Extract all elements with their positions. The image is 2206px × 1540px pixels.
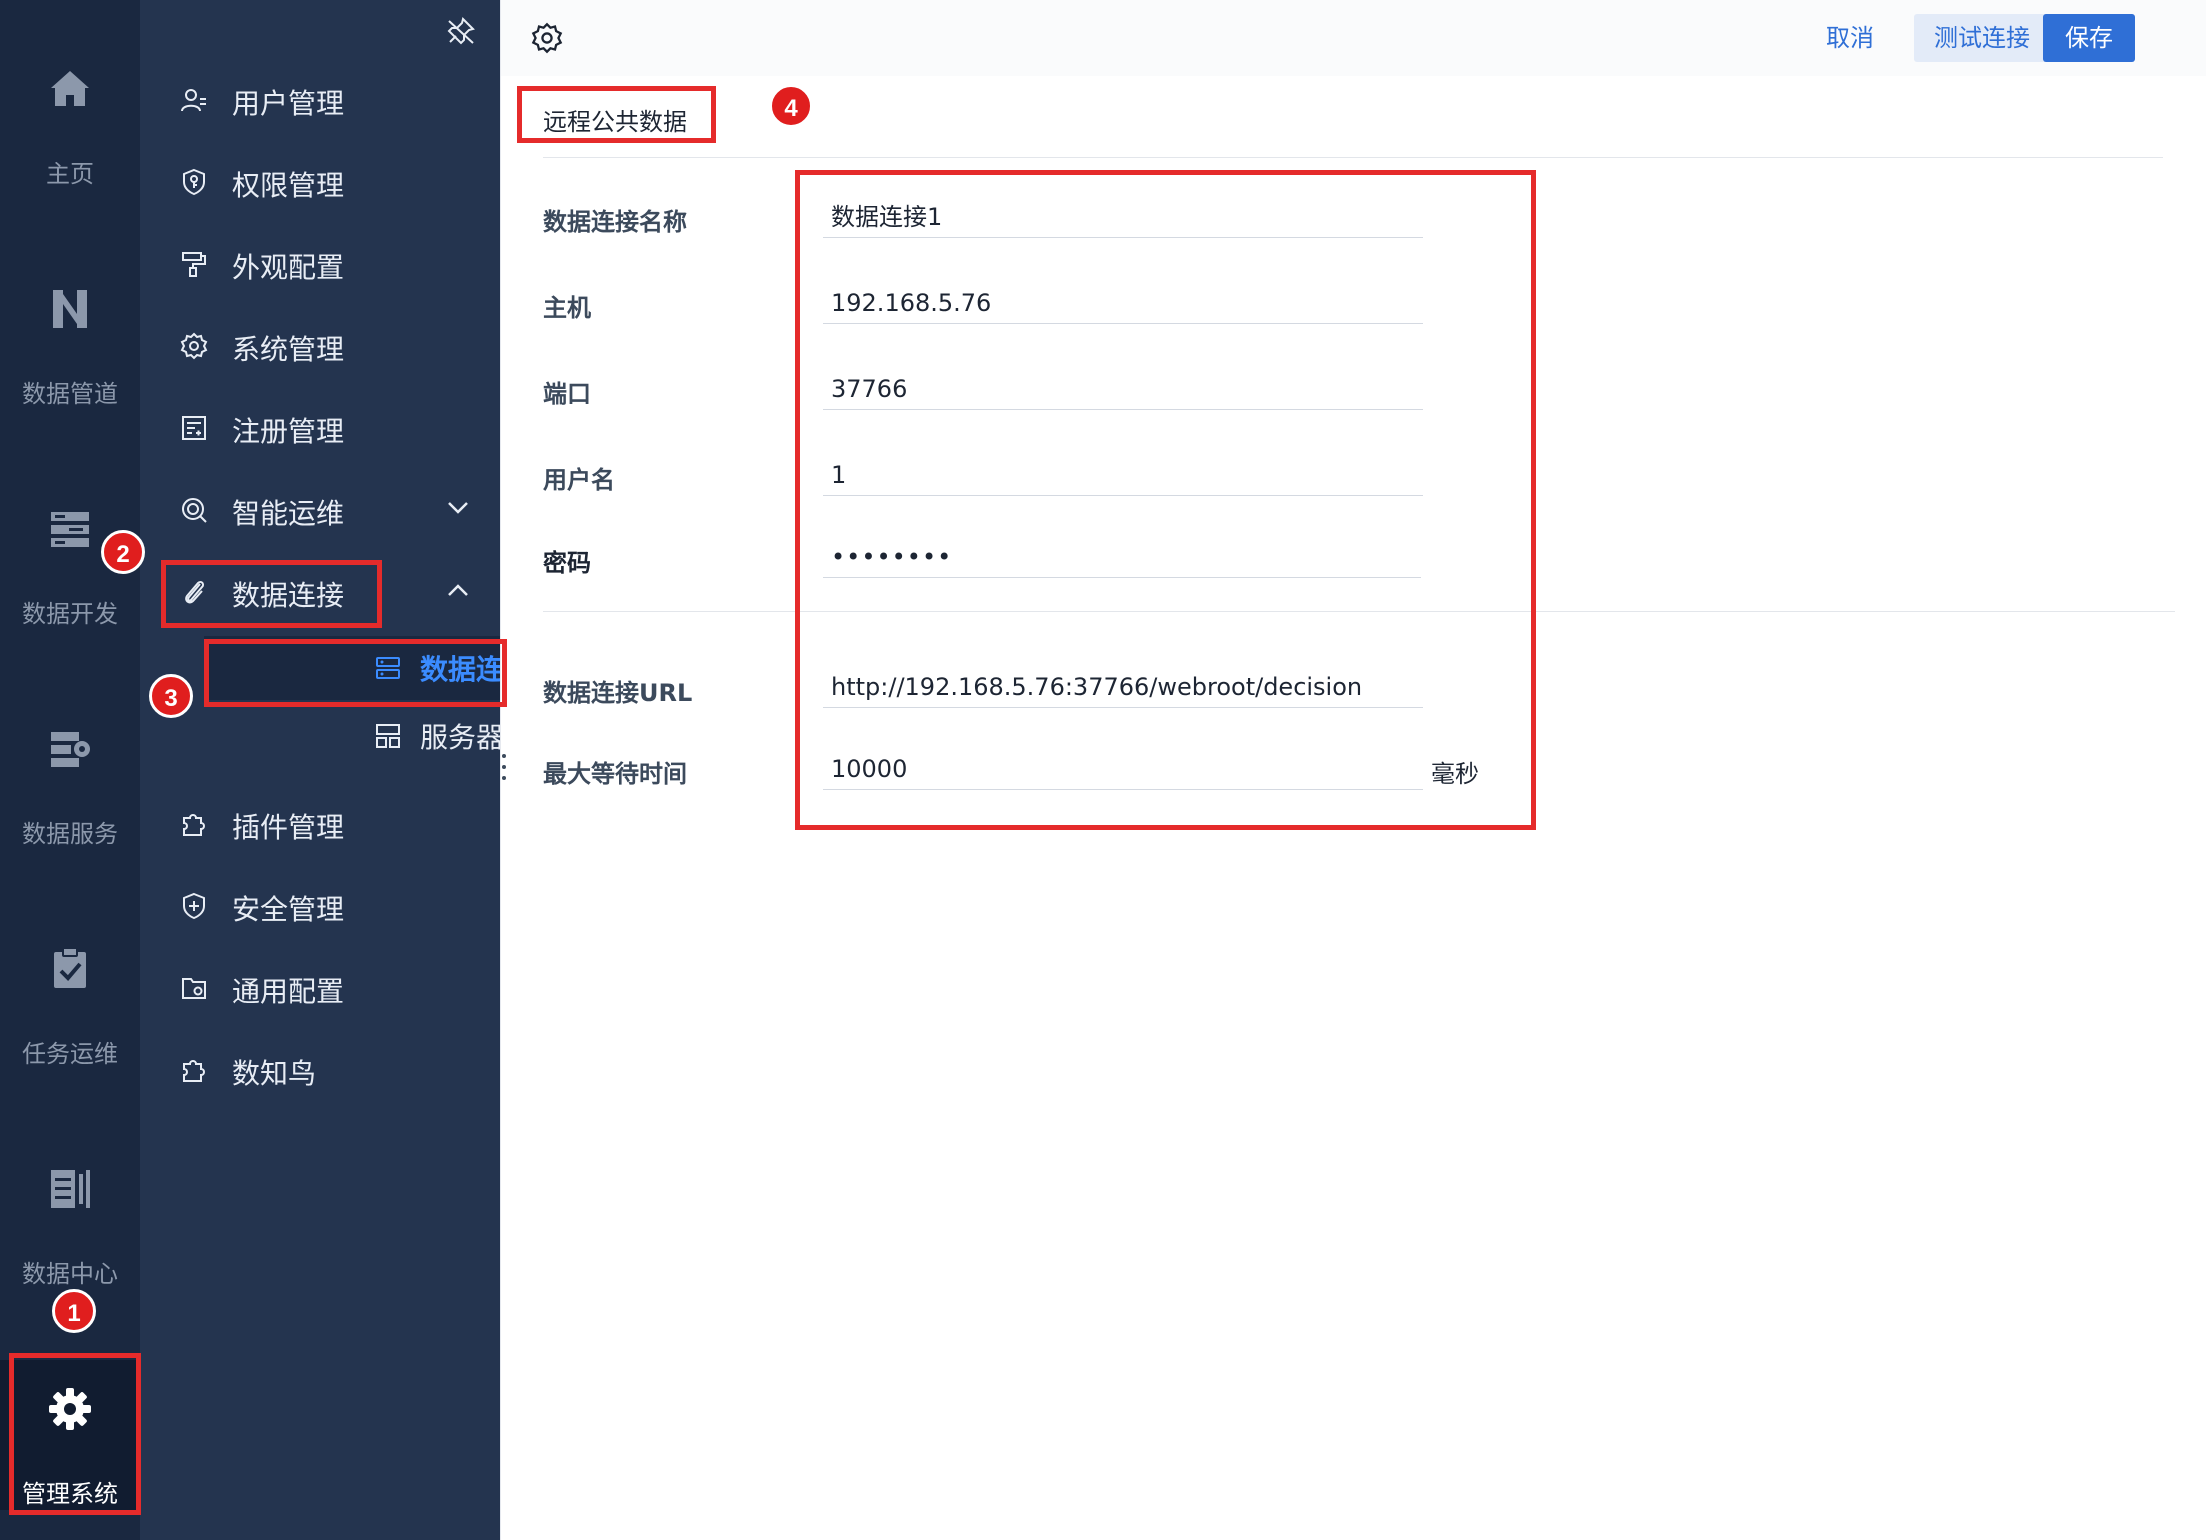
annotation-badge-4: 4 <box>769 84 813 128</box>
menu-item-appearance[interactable]: 外观配置 <box>140 228 500 298</box>
port-input[interactable]: 37766 <box>823 368 1423 410</box>
menu-item-shuzhiniao[interactable]: 数知鸟 <box>140 1034 500 1104</box>
max-wait-time-input[interactable]: 10000 <box>823 748 1423 790</box>
rail-label: 任务运维 <box>22 1040 118 1068</box>
user-icon <box>181 89 206 112</box>
rail-item-pipeline[interactable]: 数据管道 <box>0 270 140 420</box>
chevron-up-icon[interactable] <box>446 582 470 598</box>
menu-item-data-connection[interactable]: 数据连接 <box>140 556 500 626</box>
home-icon <box>51 71 89 106</box>
rail-label: 数据管道 <box>22 380 118 408</box>
menu-label: 注册管理 <box>232 415 345 448</box>
annotation-badge-2: 2 <box>101 530 145 574</box>
shield-plus-icon <box>183 892 205 920</box>
cancel-button[interactable]: 取消 <box>1813 14 1887 62</box>
menu-item-general-config[interactable]: 通用配置 <box>140 952 500 1022</box>
connection-url-input[interactable]: http://192.168.5.76:37766/webroot/decisi… <box>823 666 1423 708</box>
main-content: 取消 测试连接 保存 远程公共数据 数据连接名称 数据连接1 主机 192.16… <box>500 0 2206 1540</box>
rail-item-admin-system[interactable]: 管理系统 <box>0 1360 140 1510</box>
shield-key-icon <box>183 168 205 196</box>
rail-item-data-center[interactable]: 数据中心 <box>0 1150 140 1300</box>
submenu-item-data-connection-management[interactable]: 数据连接管理 <box>204 636 588 700</box>
rail-label: 数据中心 <box>22 1260 118 1288</box>
drag-dots-icon <box>502 754 506 780</box>
task-check-icon <box>54 947 86 988</box>
menu-item-system-management[interactable]: 系统管理 <box>140 310 500 380</box>
rail-label: 数据开发 <box>22 600 118 628</box>
data-service-icon <box>51 732 90 767</box>
data-dev-icon <box>51 512 89 547</box>
tab-remote-public-data[interactable]: 远程公共数据 <box>543 102 687 137</box>
field-label-username: 用户名 <box>543 466 615 494</box>
tab-divider <box>543 157 2163 158</box>
pin-icon[interactable] <box>446 16 476 46</box>
field-label-connection-url: 数据连接URL <box>543 679 693 707</box>
host-input[interactable]: 192.168.5.76 <box>823 282 1423 324</box>
menu-label: 安全管理 <box>232 893 345 926</box>
puzzle-icon <box>183 814 205 836</box>
menu-item-smart-ops[interactable]: 智能运维 <box>140 474 500 544</box>
gear-icon <box>49 1388 91 1430</box>
dataset-icon <box>376 724 400 748</box>
menu-item-plugin-management[interactable]: 插件管理 <box>140 788 500 858</box>
menu-label: 插件管理 <box>232 811 345 844</box>
menu-item-user-management[interactable]: 用户管理 <box>140 64 500 134</box>
username-input[interactable]: 1 <box>823 454 1423 496</box>
paint-roller-icon <box>182 252 206 277</box>
puzzle-icon <box>183 1060 205 1082</box>
submenu-item-server-dataset[interactable]: 服务器数据集 <box>204 704 588 768</box>
field-label-max-wait-time: 最大等待时间 <box>543 760 687 788</box>
folder-gear-icon <box>182 978 206 999</box>
data-center-icon <box>51 1170 90 1208</box>
menu-label: 数据连接 <box>232 579 345 612</box>
connection-name-input[interactable]: 数据连接1 <box>823 196 1423 238</box>
rail-item-home[interactable]: 主页 <box>0 50 140 200</box>
menu-label: 数知鸟 <box>232 1057 317 1090</box>
top-toolbar: 取消 测试连接 <box>501 0 2206 76</box>
settings-icon[interactable] <box>531 22 563 54</box>
gear-icon <box>180 332 208 360</box>
resize-handle[interactable] <box>501 752 507 782</box>
register-icon <box>182 416 206 440</box>
password-input[interactable]: •••••••• <box>823 536 1421 578</box>
smart-ops-icon <box>182 498 207 523</box>
field-label-password: 密码 <box>543 549 591 577</box>
rail-label: 管理系统 <box>22 1480 118 1508</box>
menu-item-security-management[interactable]: 安全管理 <box>140 870 500 940</box>
rail-item-data-service[interactable]: 数据服务 <box>0 710 140 860</box>
save-button[interactable]: 保存 <box>2043 14 2135 62</box>
menu-label: 用户管理 <box>232 87 345 120</box>
field-label-host: 主机 <box>543 294 591 322</box>
paperclip-icon <box>185 580 205 604</box>
annotation-badge-1: 1 <box>52 1289 96 1333</box>
server-icon <box>376 657 400 679</box>
test-connection-button[interactable]: 测试连接 <box>1914 14 2050 62</box>
timeout-unit: 毫秒 <box>1431 760 1479 788</box>
menu-label: 外观配置 <box>232 251 345 284</box>
field-label-connection-name: 数据连接名称 <box>543 208 687 236</box>
field-label-port: 端口 <box>543 380 591 408</box>
rail-item-task-ops[interactable]: 任务运维 <box>0 930 140 1080</box>
admin-submenu: 用户管理 权限管理 外观配置 系统管理 注册管理 智能运维 数据连接 插件管理 … <box>140 0 588 1540</box>
menu-label: 智能运维 <box>232 497 345 530</box>
menu-item-permission-management[interactable]: 权限管理 <box>140 146 500 216</box>
menu-label: 系统管理 <box>232 333 345 366</box>
rail-label: 数据服务 <box>22 820 118 848</box>
pipeline-icon <box>53 290 87 328</box>
annotation-badge-3: 3 <box>149 674 193 718</box>
section-divider <box>543 611 2175 612</box>
menu-label: 通用配置 <box>232 975 345 1008</box>
rail-label: 主页 <box>46 160 94 188</box>
menu-item-registration[interactable]: 注册管理 <box>140 392 500 462</box>
menu-label: 权限管理 <box>232 169 345 202</box>
chevron-down-icon[interactable] <box>446 500 470 516</box>
